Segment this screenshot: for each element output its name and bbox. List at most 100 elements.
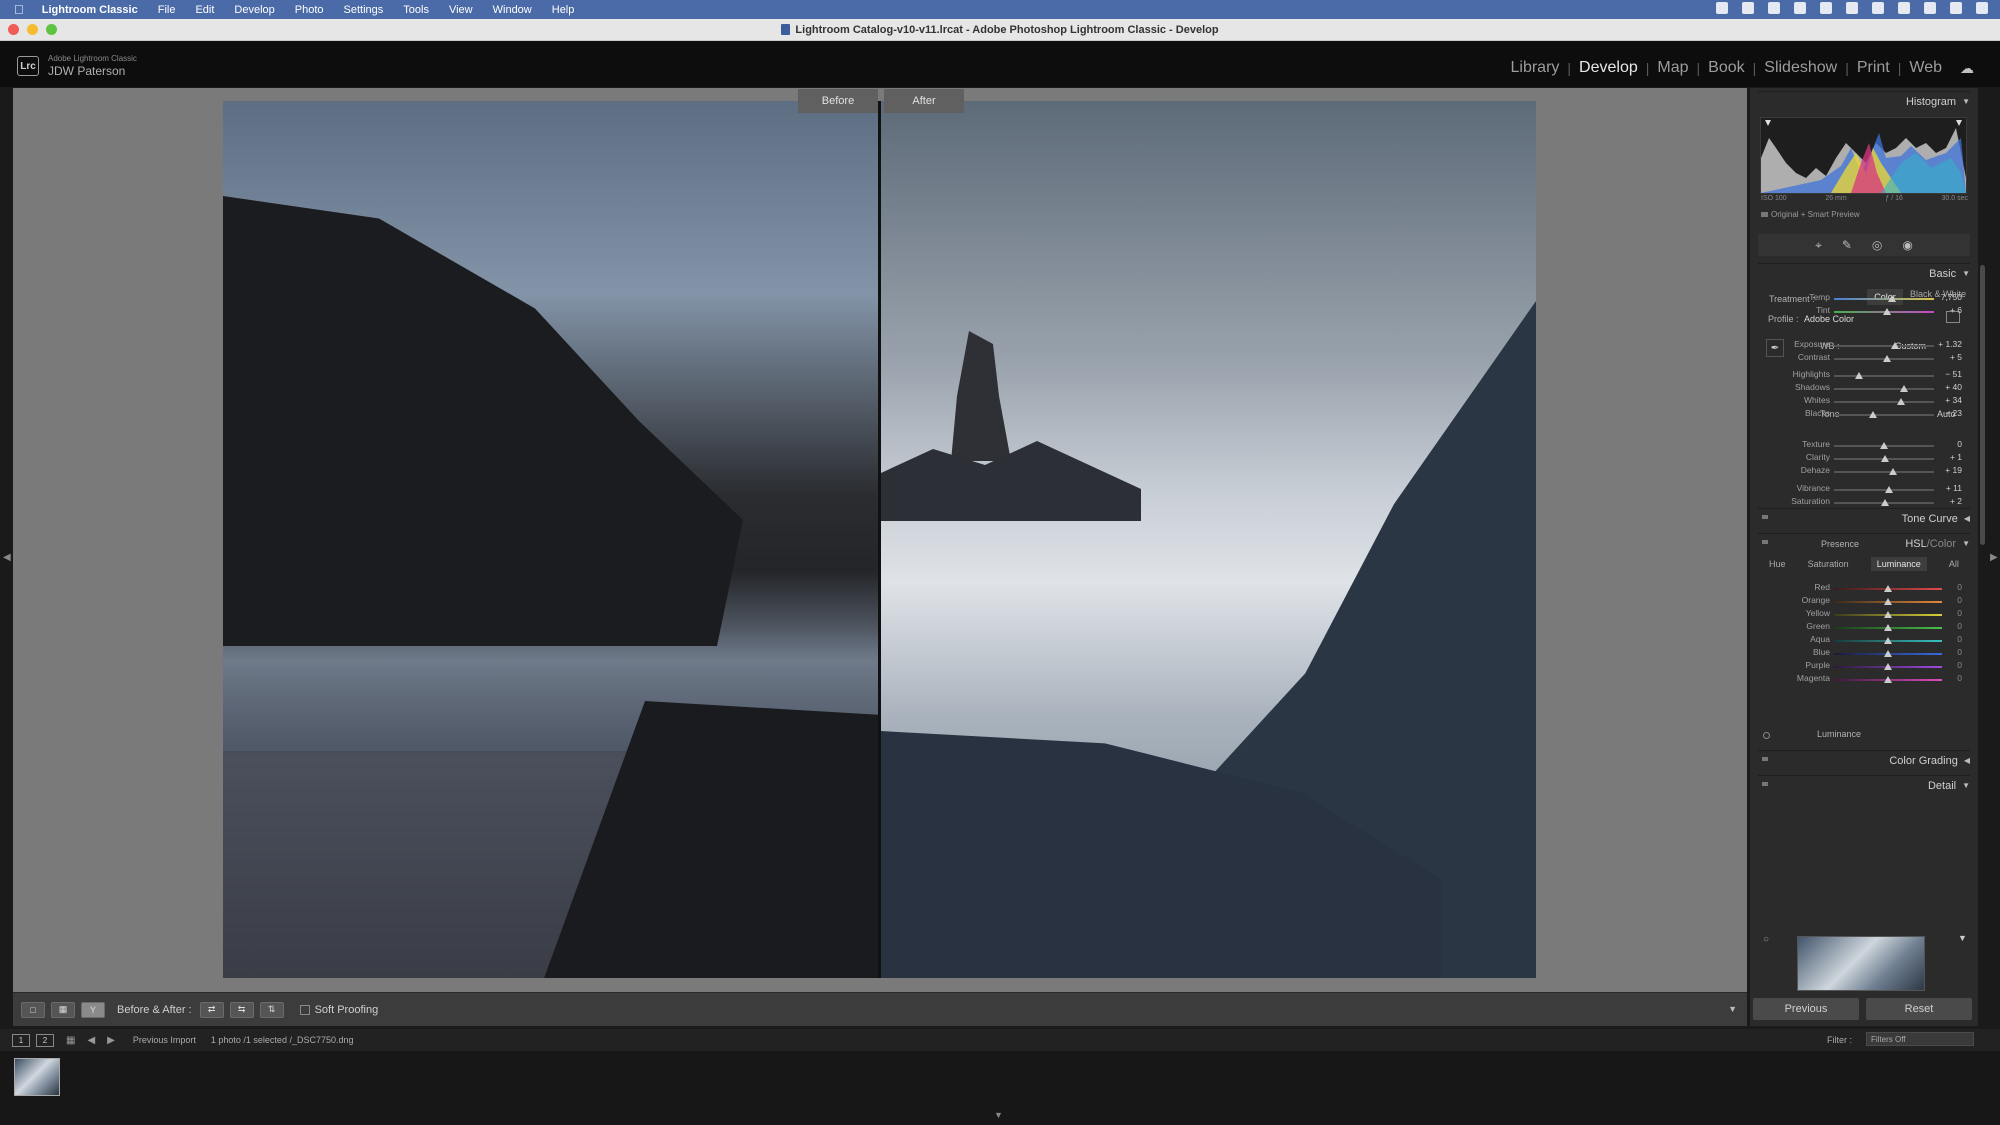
slider-handle[interactable]	[1884, 598, 1892, 605]
slider-value[interactable]: 7,750	[1941, 292, 1962, 302]
slider-handle[interactable]	[1855, 372, 1863, 379]
hsl-slider-orange[interactable]: Orange 0	[1758, 595, 1970, 608]
menu-view[interactable]: View	[449, 4, 473, 16]
slider-value[interactable]: 0	[1957, 634, 1962, 644]
grid-view-icon[interactable]: ▦	[66, 1035, 75, 1046]
slider-value[interactable]: + 19	[1945, 465, 1962, 475]
slider-track[interactable]	[1834, 345, 1934, 347]
slider-track[interactable]	[1834, 298, 1934, 300]
expand-left-panel-icon[interactable]: ◀	[3, 552, 11, 563]
module-web[interactable]: Web	[1901, 59, 1950, 77]
filmstrip-selection-info[interactable]: 1 photo /1 selected /_DSC7750.dng	[211, 1035, 354, 1045]
apple-icon[interactable]: 	[14, 2, 24, 17]
soft-proofing-checkbox[interactable]	[299, 1004, 310, 1015]
slider-handle[interactable]	[1884, 676, 1892, 683]
slider-track[interactable]	[1834, 489, 1934, 491]
masking-icon[interactable]: ◉	[1902, 238, 1912, 252]
tab-all[interactable]: All	[1949, 559, 1959, 569]
detail-menu-icon[interactable]: ▼	[1958, 933, 1967, 943]
detail-zoom-target-icon[interactable]: ○	[1763, 934, 1769, 945]
slider-value[interactable]: + 40	[1945, 382, 1962, 392]
slider-handle[interactable]	[1884, 624, 1892, 631]
forward-arrow-icon[interactable]: ▶	[107, 1035, 115, 1046]
slider-handle[interactable]	[1881, 455, 1889, 462]
panel-switch[interactable]	[1762, 757, 1768, 761]
slider-dehaze[interactable]: Dehaze + 19	[1758, 465, 1970, 478]
monitor-1-icon[interactable]: 1	[12, 1033, 30, 1047]
slider-value[interactable]: − 23	[1945, 408, 1962, 418]
before-after-view-button[interactable]: ▦	[51, 1001, 75, 1018]
module-slideshow[interactable]: Slideshow	[1756, 59, 1845, 77]
slider-value[interactable]: + 5	[1950, 352, 1962, 362]
slider-value[interactable]: + 2	[1950, 496, 1962, 506]
basic-header[interactable]: Basic ▼	[1758, 263, 1970, 283]
slider-shadows[interactable]: Shadows + 40	[1758, 382, 1970, 395]
cloud-sync-icon[interactable]: ☁	[1960, 60, 1974, 77]
slider-value[interactable]: − 51	[1945, 369, 1962, 379]
wifi-icon[interactable]	[1872, 2, 1884, 14]
slider-exposure[interactable]: Exposure + 1.32	[1758, 339, 1970, 352]
slider-blacks[interactable]: Blacks − 23	[1758, 408, 1970, 421]
reset-button[interactable]: Reset	[1866, 998, 1972, 1020]
collapse-filmstrip-icon[interactable]: ▼	[994, 1110, 1003, 1120]
slider-track[interactable]	[1834, 401, 1934, 403]
histogram-header[interactable]: Histogram ▼	[1758, 91, 1970, 111]
slider-handle[interactable]	[1889, 468, 1897, 475]
slider-value[interactable]: + 34	[1945, 395, 1962, 405]
healing-brush-icon[interactable]: ✎	[1842, 238, 1852, 252]
tab-saturation[interactable]: Saturation	[1808, 559, 1849, 569]
screen-icon[interactable]	[1742, 2, 1754, 14]
monitor-2-icon[interactable]: 2	[36, 1033, 54, 1047]
color-grading-header[interactable]: Color Grading ◀	[1758, 750, 1970, 770]
zoom-window-button[interactable]	[46, 24, 57, 35]
collapse-right-panel-icon[interactable]: ▶	[1990, 552, 1998, 563]
slider-highlights[interactable]: Highlights − 51	[1758, 369, 1970, 382]
time-machine-icon[interactable]	[1768, 2, 1780, 14]
slider-contrast[interactable]: Contrast + 5	[1758, 352, 1970, 365]
slider-temp[interactable]: Temp 7,750	[1758, 292, 1970, 305]
crop-icon[interactable]: ⌖	[1815, 238, 1822, 253]
module-book[interactable]: Book	[1700, 59, 1752, 77]
minimize-window-button[interactable]	[27, 24, 38, 35]
battery-icon[interactable]	[1846, 2, 1858, 14]
slider-value[interactable]: + 1.32	[1938, 339, 1962, 349]
slider-handle[interactable]	[1885, 486, 1893, 493]
slider-handle[interactable]	[1884, 585, 1892, 592]
location-icon[interactable]	[1716, 2, 1728, 14]
menu-file[interactable]: File	[158, 4, 176, 16]
slider-track[interactable]	[1834, 471, 1934, 473]
slider-clarity[interactable]: Clarity + 1	[1758, 452, 1970, 465]
toolbar-options-dropdown-icon[interactable]: ▼	[1728, 1004, 1737, 1014]
panel-switch[interactable]	[1762, 540, 1768, 544]
bluetooth-icon[interactable]	[1820, 2, 1832, 14]
hsl-title[interactable]: HSL	[1905, 538, 1926, 550]
copy-before-to-after-button[interactable]: ⇄	[199, 1001, 224, 1018]
panel-switch[interactable]	[1762, 782, 1768, 786]
hsl-slider-aqua[interactable]: Aqua 0	[1758, 634, 1970, 647]
hsl-slider-blue[interactable]: Blue 0	[1758, 647, 1970, 660]
slider-track[interactable]	[1834, 388, 1934, 390]
menu-settings[interactable]: Settings	[344, 4, 384, 16]
slider-track[interactable]	[1834, 375, 1934, 377]
menu-window[interactable]: Window	[493, 4, 532, 16]
slider-handle[interactable]	[1897, 398, 1905, 405]
filmstrip-thumbnail[interactable]	[14, 1058, 60, 1096]
detail-preview-image[interactable]	[1797, 936, 1925, 991]
module-library[interactable]: Library	[1503, 59, 1568, 77]
hsl-slider-green[interactable]: Green 0	[1758, 621, 1970, 634]
hsl-slider-magenta[interactable]: Magenta 0	[1758, 673, 1970, 686]
hsl-color-header[interactable]: HSL / Color ▼	[1758, 533, 1970, 553]
control-center-icon[interactable]	[1924, 2, 1936, 14]
module-map[interactable]: Map	[1649, 59, 1696, 77]
slider-handle[interactable]	[1884, 650, 1892, 657]
after-photo[interactable]	[881, 101, 1536, 978]
filmstrip-source[interactable]: Previous Import	[133, 1035, 196, 1045]
slider-value[interactable]: 0	[1957, 673, 1962, 683]
before-after-mode-button[interactable]: Y	[81, 1001, 105, 1018]
before-photo[interactable]	[223, 101, 878, 978]
slider-track[interactable]	[1834, 414, 1934, 416]
menu-edit[interactable]: Edit	[195, 4, 214, 16]
slider-value[interactable]: 0	[1957, 608, 1962, 618]
slider-handle[interactable]	[1884, 611, 1892, 618]
slider-handle[interactable]	[1888, 295, 1896, 302]
